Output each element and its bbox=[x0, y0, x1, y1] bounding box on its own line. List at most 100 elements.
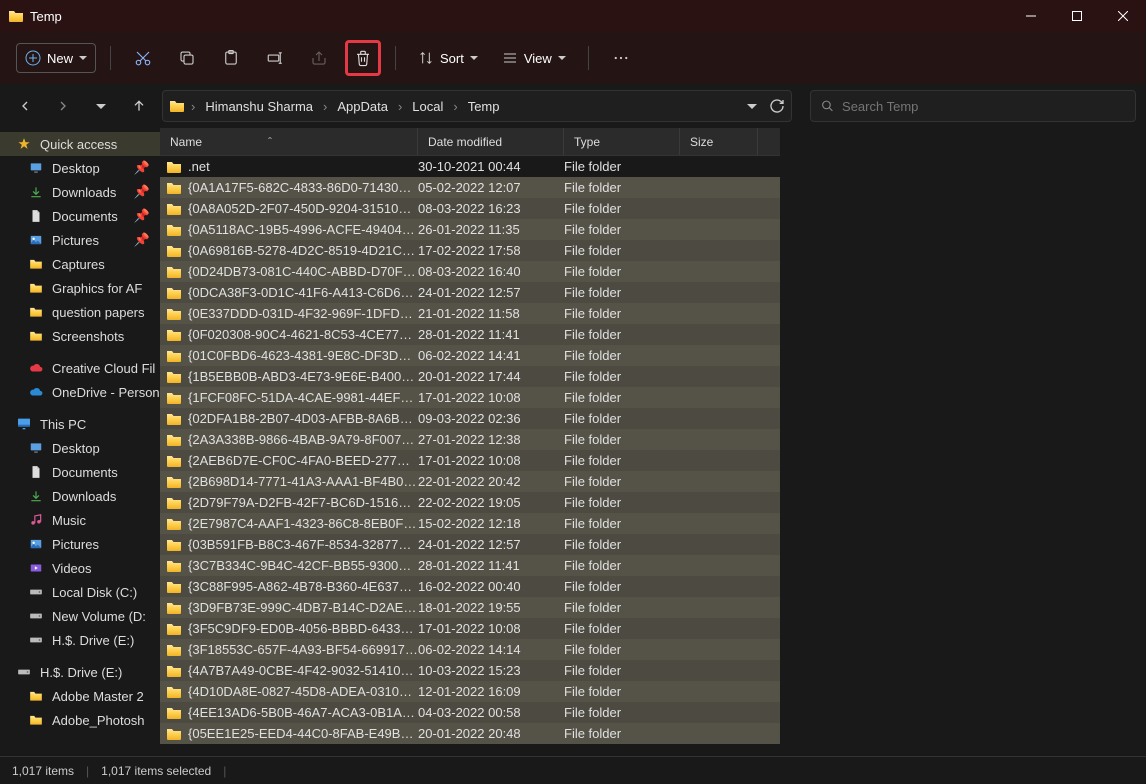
table-row[interactable]: .net30-10-2021 00:44File folder bbox=[160, 156, 780, 177]
table-row[interactable]: {3F18553C-657F-4A93-BF54-66991780AE6...0… bbox=[160, 639, 780, 660]
folder-icon bbox=[166, 601, 182, 615]
table-row[interactable]: {0DCA38F3-0D1C-41F6-A413-C6D6CFB4...24-0… bbox=[160, 282, 780, 303]
rename-button[interactable] bbox=[257, 40, 293, 76]
sidebar-item[interactable]: Screenshots bbox=[0, 324, 160, 348]
column-header-row: Name ˆ Date modified Type Size bbox=[160, 128, 780, 156]
sidebar-item[interactable]: Documents📌 bbox=[0, 204, 160, 228]
sidebar-item[interactable]: question papers bbox=[0, 300, 160, 324]
table-row[interactable]: {02DFA1B8-2B07-4D03-AFBB-8A6BC7C0...09-0… bbox=[160, 408, 780, 429]
sidebar-item[interactable]: Adobe_Photosh bbox=[0, 708, 160, 732]
chevron-down-icon[interactable] bbox=[747, 101, 757, 111]
table-row[interactable]: {0F020308-90C4-4621-8C53-4CE7775A6A...28… bbox=[160, 324, 780, 345]
table-row[interactable]: {4A7B7A49-0CBE-4F42-9032-5141008D4D...10… bbox=[160, 660, 780, 681]
table-row[interactable]: {3D9FB73E-999C-4DB7-B14C-D2AE3FC7A...18-… bbox=[160, 597, 780, 618]
sidebar-item[interactable]: Adobe Master 2 bbox=[0, 684, 160, 708]
breadcrumb-segment[interactable]: Himanshu Sharma bbox=[201, 99, 317, 114]
table-row[interactable]: {3C7B334C-9B4C-42CF-BB55-93006E3E9...28-… bbox=[160, 555, 780, 576]
table-row[interactable]: {1B5EBB0B-ABD3-4E73-9E6E-B400B45B1...20-… bbox=[160, 366, 780, 387]
sidebar-item[interactable]: Videos bbox=[0, 556, 160, 580]
sidebar-item[interactable]: Desktop📌 bbox=[0, 156, 160, 180]
sidebar-item[interactable]: Documents bbox=[0, 460, 160, 484]
picture-icon bbox=[28, 232, 44, 248]
sidebar-item[interactable]: Pictures bbox=[0, 532, 160, 556]
folder-icon bbox=[166, 622, 182, 636]
back-button[interactable] bbox=[10, 91, 40, 121]
sidebar-item[interactable]: Graphics for AF bbox=[0, 276, 160, 300]
folder-icon bbox=[166, 202, 182, 216]
table-row[interactable]: {2A3A338B-9866-4BAB-9A79-8F007CBD8...27-… bbox=[160, 429, 780, 450]
sidebar-quick-access[interactable]: Quick access bbox=[0, 132, 160, 156]
sidebar-item[interactable]: Captures bbox=[0, 252, 160, 276]
table-row[interactable]: {05EE1E25-EED4-44C0-8FAB-E49BD39420...20… bbox=[160, 723, 780, 744]
copy-button[interactable] bbox=[169, 40, 205, 76]
table-row[interactable]: {2D79F79A-D2FB-42F7-BC6D-1516B6710...22-… bbox=[160, 492, 780, 513]
table-row[interactable]: {3F5C9DF9-ED0B-4056-BBBD-64331725E5...17… bbox=[160, 618, 780, 639]
view-button[interactable]: View bbox=[494, 44, 574, 72]
search-box[interactable] bbox=[810, 90, 1136, 122]
table-row[interactable]: {2AEB6D7E-CF0C-4FA0-BEED-277CAC5E3...17-… bbox=[160, 450, 780, 471]
paste-button[interactable] bbox=[213, 40, 249, 76]
table-row[interactable]: {0E337DDD-031D-4F32-969F-1DFD189964...21… bbox=[160, 303, 780, 324]
table-row[interactable]: {2B698D14-7771-41A3-AAA1-BF4B08CA0...22-… bbox=[160, 471, 780, 492]
sidebar-this-pc[interactable]: This PC bbox=[0, 412, 160, 436]
sidebar-ext-drive[interactable]: H.$. Drive (E:) bbox=[0, 660, 160, 684]
table-row[interactable]: {3C88F995-A862-4B78-B360-4E6374D143...16… bbox=[160, 576, 780, 597]
chevron-down-icon bbox=[79, 54, 87, 62]
table-row[interactable]: {01C0FBD6-4623-4381-9E8C-DF3D5ABF8...06-… bbox=[160, 345, 780, 366]
column-header-name[interactable]: Name ˆ bbox=[160, 128, 418, 155]
document-icon bbox=[28, 464, 44, 480]
more-button[interactable] bbox=[603, 40, 639, 76]
sidebar-item[interactable]: Music bbox=[0, 508, 160, 532]
recent-button[interactable] bbox=[86, 91, 116, 121]
table-row[interactable]: {0D24DB73-081C-440C-ABBD-D70FC2371...08-… bbox=[160, 261, 780, 282]
close-button[interactable] bbox=[1100, 0, 1146, 32]
breadcrumb-segment[interactable]: AppData bbox=[333, 99, 392, 114]
folder-icon bbox=[166, 391, 182, 405]
column-header-date[interactable]: Date modified bbox=[418, 128, 564, 155]
address-row: › Himanshu Sharma › AppData › Local › Te… bbox=[0, 84, 1146, 128]
search-input[interactable] bbox=[842, 99, 1125, 114]
command-bar: New Sort View bbox=[0, 32, 1146, 84]
table-row[interactable]: {4D10DA8E-0827-45D8-ADEA-03102DC2...12-0… bbox=[160, 681, 780, 702]
sidebar-item[interactable]: Creative Cloud Fil bbox=[0, 356, 160, 380]
breadcrumb-segment[interactable]: Temp bbox=[464, 99, 504, 114]
sidebar-item[interactable]: H.$. Drive (E:) bbox=[0, 628, 160, 652]
folder-icon bbox=[166, 475, 182, 489]
sidebar-item[interactable]: New Volume (D: bbox=[0, 604, 160, 628]
table-row[interactable]: {0A1A17F5-682C-4833-86D0-71430E31EF...05… bbox=[160, 177, 780, 198]
up-button[interactable] bbox=[124, 91, 154, 121]
folder-icon bbox=[28, 280, 44, 296]
address-bar[interactable]: › Himanshu Sharma › AppData › Local › Te… bbox=[162, 90, 792, 122]
new-button[interactable]: New bbox=[16, 43, 96, 73]
table-row[interactable]: {2E7987C4-AAF1-4323-86C8-8EB0F92F23...15… bbox=[160, 513, 780, 534]
cut-button[interactable] bbox=[125, 40, 161, 76]
sidebar-item[interactable]: OneDrive - Person bbox=[0, 380, 160, 404]
sort-button[interactable]: Sort bbox=[410, 44, 486, 72]
maximize-button[interactable] bbox=[1054, 0, 1100, 32]
sidebar-item[interactable]: Downloads📌 bbox=[0, 180, 160, 204]
column-header-size[interactable]: Size bbox=[680, 128, 758, 155]
table-row[interactable]: {4EE13AD6-5B0B-46A7-ACA3-0B1A55237...04-… bbox=[160, 702, 780, 723]
sidebar-item[interactable]: Desktop bbox=[0, 436, 160, 460]
table-row[interactable]: {0A8A052D-2F07-450D-9204-31510C4DA...08-… bbox=[160, 198, 780, 219]
breadcrumb-segment[interactable]: Local bbox=[408, 99, 447, 114]
table-row[interactable]: {1FCF08FC-51DA-4CAE-9981-44EF8DCA5...17-… bbox=[160, 387, 780, 408]
sidebar-item[interactable]: Local Disk (C:) bbox=[0, 580, 160, 604]
table-row[interactable]: {03B591FB-B8C3-467F-8534-328774E9BD...24… bbox=[160, 534, 780, 555]
pin-icon: 📌 bbox=[134, 208, 150, 224]
pc-icon bbox=[16, 416, 32, 432]
forward-button[interactable] bbox=[48, 91, 78, 121]
share-button[interactable] bbox=[301, 40, 337, 76]
titlebar: Temp bbox=[0, 0, 1146, 32]
table-row[interactable]: {0A69816B-5278-4D2C-8519-4D21C5646B...17… bbox=[160, 240, 780, 261]
table-row[interactable]: {0A5118AC-19B5-4996-ACFE-4940439D9...26-… bbox=[160, 219, 780, 240]
sidebar-item[interactable]: Downloads bbox=[0, 484, 160, 508]
refresh-icon[interactable] bbox=[769, 98, 785, 114]
column-header-type[interactable]: Type bbox=[564, 128, 680, 155]
sidebar-item[interactable]: Pictures📌 bbox=[0, 228, 160, 252]
minimize-button[interactable] bbox=[1008, 0, 1054, 32]
delete-button[interactable] bbox=[345, 40, 381, 76]
folder-icon bbox=[166, 559, 182, 573]
document-icon bbox=[28, 208, 44, 224]
folder-icon bbox=[166, 496, 182, 510]
